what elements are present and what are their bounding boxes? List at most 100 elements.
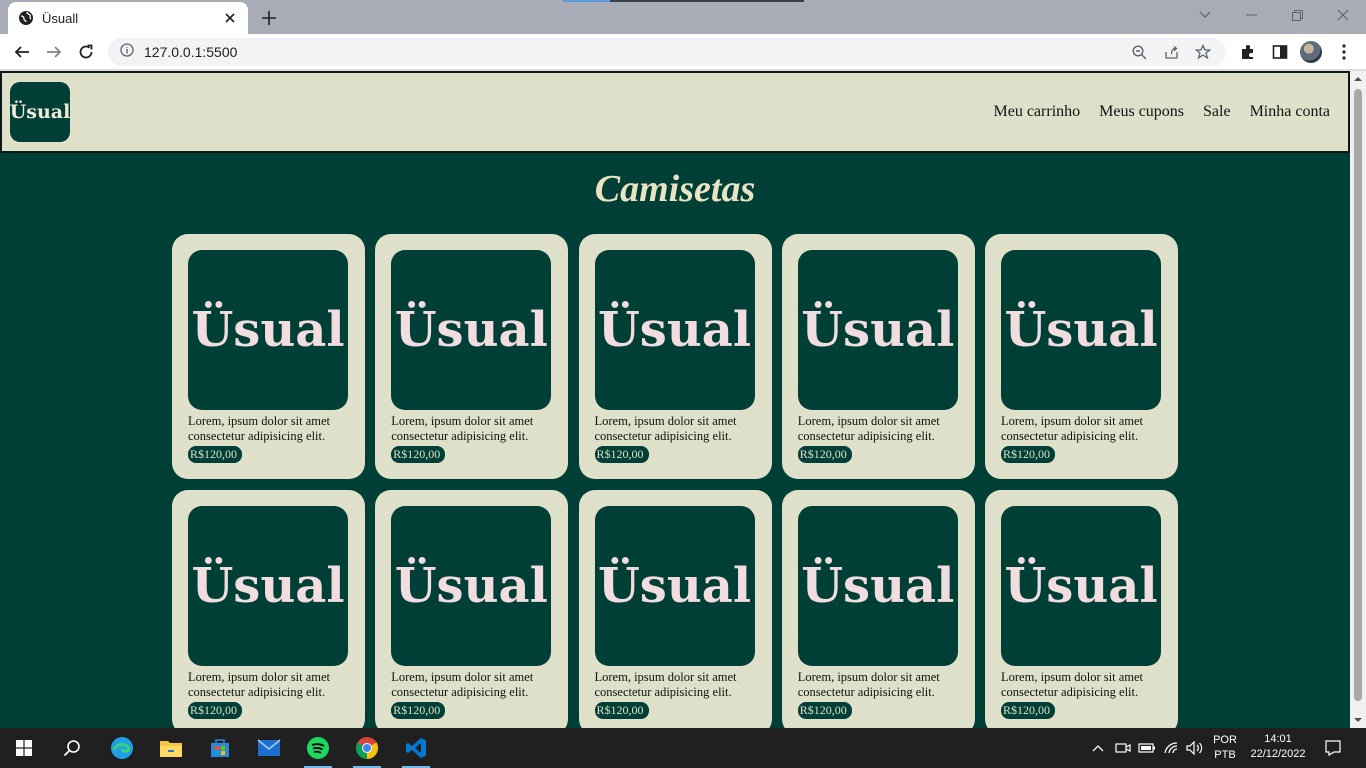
product-image[interactable]: Üsual (391, 250, 552, 410)
clock-date: 22/12/2022 (1250, 748, 1306, 760)
tab-search-icon[interactable] (1182, 0, 1228, 30)
input-language[interactable]: POR PTB (1209, 733, 1241, 763)
product-description: Lorem, ipsum dolor sit amet consectetur … (1001, 414, 1143, 443)
meet-now-icon[interactable] (1110, 728, 1136, 768)
product-price: R$120,00 (1001, 702, 1056, 719)
vscode-icon[interactable] (392, 728, 440, 768)
product-card[interactable]: Üsual Lorem, ipsum dolor sit amet consect… (578, 490, 772, 728)
scroll-up-arrow-icon[interactable] (1354, 75, 1362, 83)
windows-taskbar: POR PTB 14:01 22/12/2022 (0, 728, 1366, 768)
profile-avatar[interactable] (1300, 41, 1322, 63)
battery-icon[interactable] (1134, 728, 1160, 768)
product-image[interactable]: Üsual (188, 506, 348, 666)
product-image[interactable]: Üsual (188, 250, 348, 410)
product-card[interactable]: Üsual Lorem, ipsum dolor sit amet consect… (578, 234, 772, 479)
windows-start-icon[interactable] (0, 728, 48, 768)
url-text[interactable]: 127.0.0.1:5500 (144, 44, 1118, 60)
nav-link-sale[interactable]: Sale (1203, 103, 1231, 121)
minimize-icon[interactable] (1228, 0, 1274, 30)
store-icon[interactable] (196, 728, 244, 768)
product-description: Lorem, ipsum dolor sit amet consectetur … (797, 670, 940, 699)
product-card[interactable]: Üsual Lorem, ipsum dolor sit amet consect… (375, 234, 569, 479)
product-image[interactable]: Üsual (797, 506, 958, 666)
back-arrow-icon[interactable] (8, 38, 36, 66)
site-header: Üsual Meu carrinho Meus cupons Sale Minh… (0, 71, 1350, 153)
product-image[interactable]: Üsual (797, 250, 958, 410)
share-icon[interactable] (1160, 41, 1182, 63)
product-price: R$120,00 (594, 702, 649, 719)
globe-icon (18, 10, 34, 26)
notifications-icon[interactable] (1312, 728, 1354, 768)
new-tab-button[interactable] (258, 7, 280, 29)
forward-arrow-icon[interactable] (40, 38, 68, 66)
product-description: Lorem, ipsum dolor sit amet consectetur … (1001, 670, 1143, 699)
bookmark-star-icon[interactable] (1192, 41, 1214, 63)
page-viewport: Üsual Meu carrinho Meus cupons Sale Minh… (0, 71, 1350, 728)
nav-link-cart[interactable]: Meu carrinho (994, 103, 1081, 121)
wifi-icon[interactable] (1158, 728, 1184, 768)
close-tab-icon[interactable] (222, 10, 238, 26)
product-image[interactable]: Üsual (1001, 506, 1161, 666)
product-description: Lorem, ipsum dolor sit amet consectetur … (391, 414, 534, 443)
product-image[interactable]: Üsual (594, 250, 755, 410)
chrome-icon[interactable] (343, 728, 391, 768)
product-price: R$120,00 (1001, 446, 1056, 463)
address-bar[interactable]: 127.0.0.1:5500 (108, 38, 1226, 66)
product-description: Lorem, ipsum dolor sit amet consectetur … (594, 414, 737, 443)
mail-icon[interactable] (245, 728, 293, 768)
product-image[interactable]: Üsual (594, 506, 755, 666)
product-card[interactable]: Üsual Lorem, ipsum dolor sit amet consect… (172, 490, 365, 728)
keyboard-layout: PTB (1214, 749, 1236, 761)
restore-icon[interactable] (1274, 0, 1320, 30)
clock-time: 14:01 (1264, 733, 1292, 745)
volume-icon[interactable] (1182, 728, 1208, 768)
product-image[interactable]: Üsual (391, 506, 552, 666)
show-hidden-icons-icon[interactable] (1084, 728, 1112, 768)
nav-link-coupons[interactable]: Meus cupons (1099, 103, 1184, 121)
reload-icon[interactable] (72, 38, 100, 66)
product-price: R$120,00 (188, 702, 243, 719)
product-card[interactable]: Üsual Lorem, ipsum dolor sit amet consect… (375, 490, 569, 728)
product-card[interactable]: Üsual Lorem, ipsum dolor sit amet consect… (172, 234, 365, 479)
product-description: Lorem, ipsum dolor sit amet consectetur … (594, 670, 737, 699)
product-grid: Üsual Lorem, ipsum dolor sit amet consect… (172, 234, 1178, 728)
scrollbar-thumb[interactable] (1354, 89, 1362, 701)
product-price: R$120,00 (188, 446, 243, 463)
product-price: R$120,00 (391, 446, 446, 463)
browser-tab[interactable]: Üsuall (8, 2, 248, 34)
browser-tab-strip: Üsuall (0, 0, 1366, 34)
page-scrollbar[interactable] (1350, 71, 1366, 728)
product-card[interactable]: Üsual Lorem, ipsum dolor sit amet consect… (781, 490, 975, 728)
product-card[interactable]: Üsual Lorem, ipsum dolor sit amet consect… (781, 234, 975, 479)
nav-link-account[interactable]: Minha conta (1250, 103, 1330, 121)
close-window-icon[interactable] (1320, 0, 1366, 30)
extensions-icon[interactable] (1234, 38, 1262, 66)
product-price: R$120,00 (594, 446, 649, 463)
scroll-down-arrow-icon[interactable] (1354, 716, 1362, 724)
file-explorer-icon[interactable] (147, 728, 195, 768)
product-card[interactable]: Üsual Lorem, ipsum dolor sit amet consect… (985, 234, 1178, 479)
browser-toolbar: 127.0.0.1:5500 (0, 34, 1366, 70)
window-drag-area (563, 0, 804, 2)
edge-browser-icon[interactable] (98, 728, 146, 768)
product-image[interactable]: Üsual (1001, 250, 1161, 410)
tab-title: Üsuall (42, 10, 79, 26)
site-logo[interactable]: Üsual (10, 82, 70, 142)
search-icon[interactable] (48, 728, 96, 768)
main-nav: Meu carrinho Meus cupons Sale Minha cont… (994, 103, 1331, 121)
spotify-icon[interactable] (294, 728, 342, 768)
language-code: POR (1213, 734, 1237, 746)
product-price: R$120,00 (797, 446, 852, 463)
zoom-icon[interactable] (1128, 41, 1150, 63)
product-description: Lorem, ipsum dolor sit amet consectetur … (391, 670, 534, 699)
side-panel-icon[interactable] (1266, 38, 1294, 66)
page-title: Camisetas (594, 168, 756, 210)
clock[interactable]: 14:01 22/12/2022 (1244, 732, 1312, 762)
site-info-icon[interactable] (120, 42, 134, 62)
product-price: R$120,00 (391, 702, 446, 719)
product-description: Lorem, ipsum dolor sit amet consectetur … (188, 414, 330, 443)
menu-kebab-icon[interactable] (1330, 38, 1358, 66)
product-card[interactable]: Üsual Lorem, ipsum dolor sit amet consect… (985, 490, 1178, 728)
product-description: Lorem, ipsum dolor sit amet consectetur … (188, 670, 330, 699)
product-description: Lorem, ipsum dolor sit amet consectetur … (797, 414, 940, 443)
